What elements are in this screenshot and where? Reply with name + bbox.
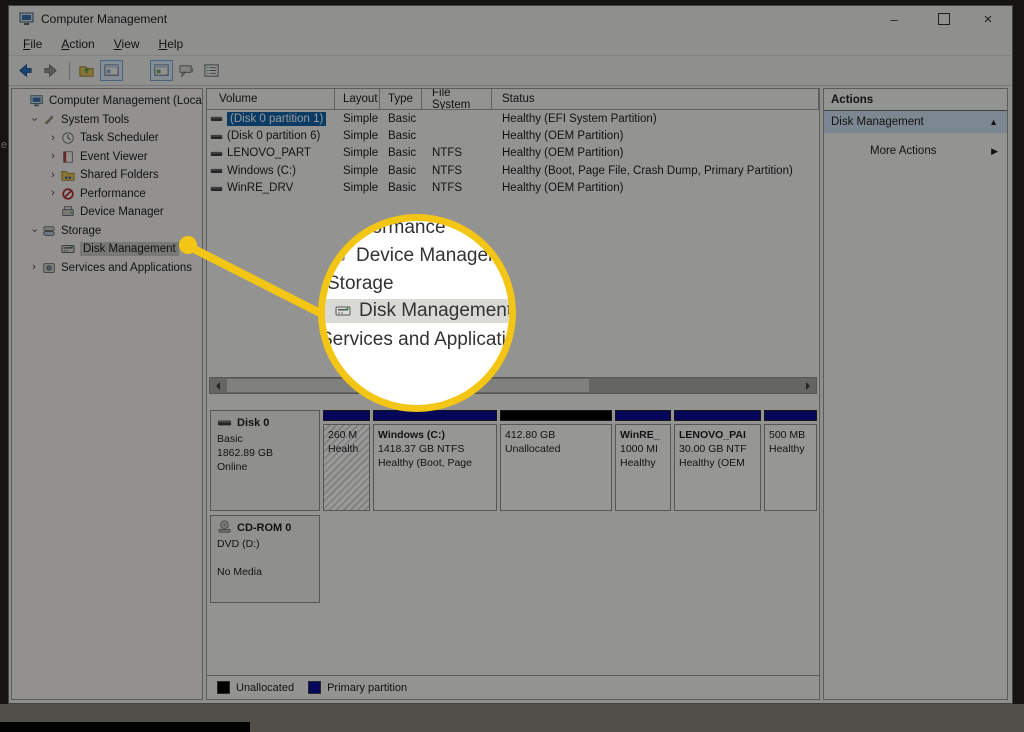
- screenshot-stage: e Computer Management – × File Action View…: [0, 0, 1024, 732]
- magnified-disk-icon: [335, 303, 351, 324]
- magnified-tree-label-services-and-applicatio: Services and Applicatio: [320, 329, 516, 350]
- magnifier-callout-circle: rformance Device Manager Storage Disk Manag…: [318, 214, 516, 412]
- magnified-tree-label-disk-management: Disk Management: [359, 300, 513, 321]
- magnified-tree-label-storage: Storage: [327, 273, 394, 294]
- magnified-tree-label-device-manager: Device Manager: [356, 245, 495, 266]
- magnified-device-icon: [330, 248, 346, 269]
- dim-overlay: [0, 0, 1024, 732]
- magnified-tree-label-rformance: rformance: [360, 217, 446, 238]
